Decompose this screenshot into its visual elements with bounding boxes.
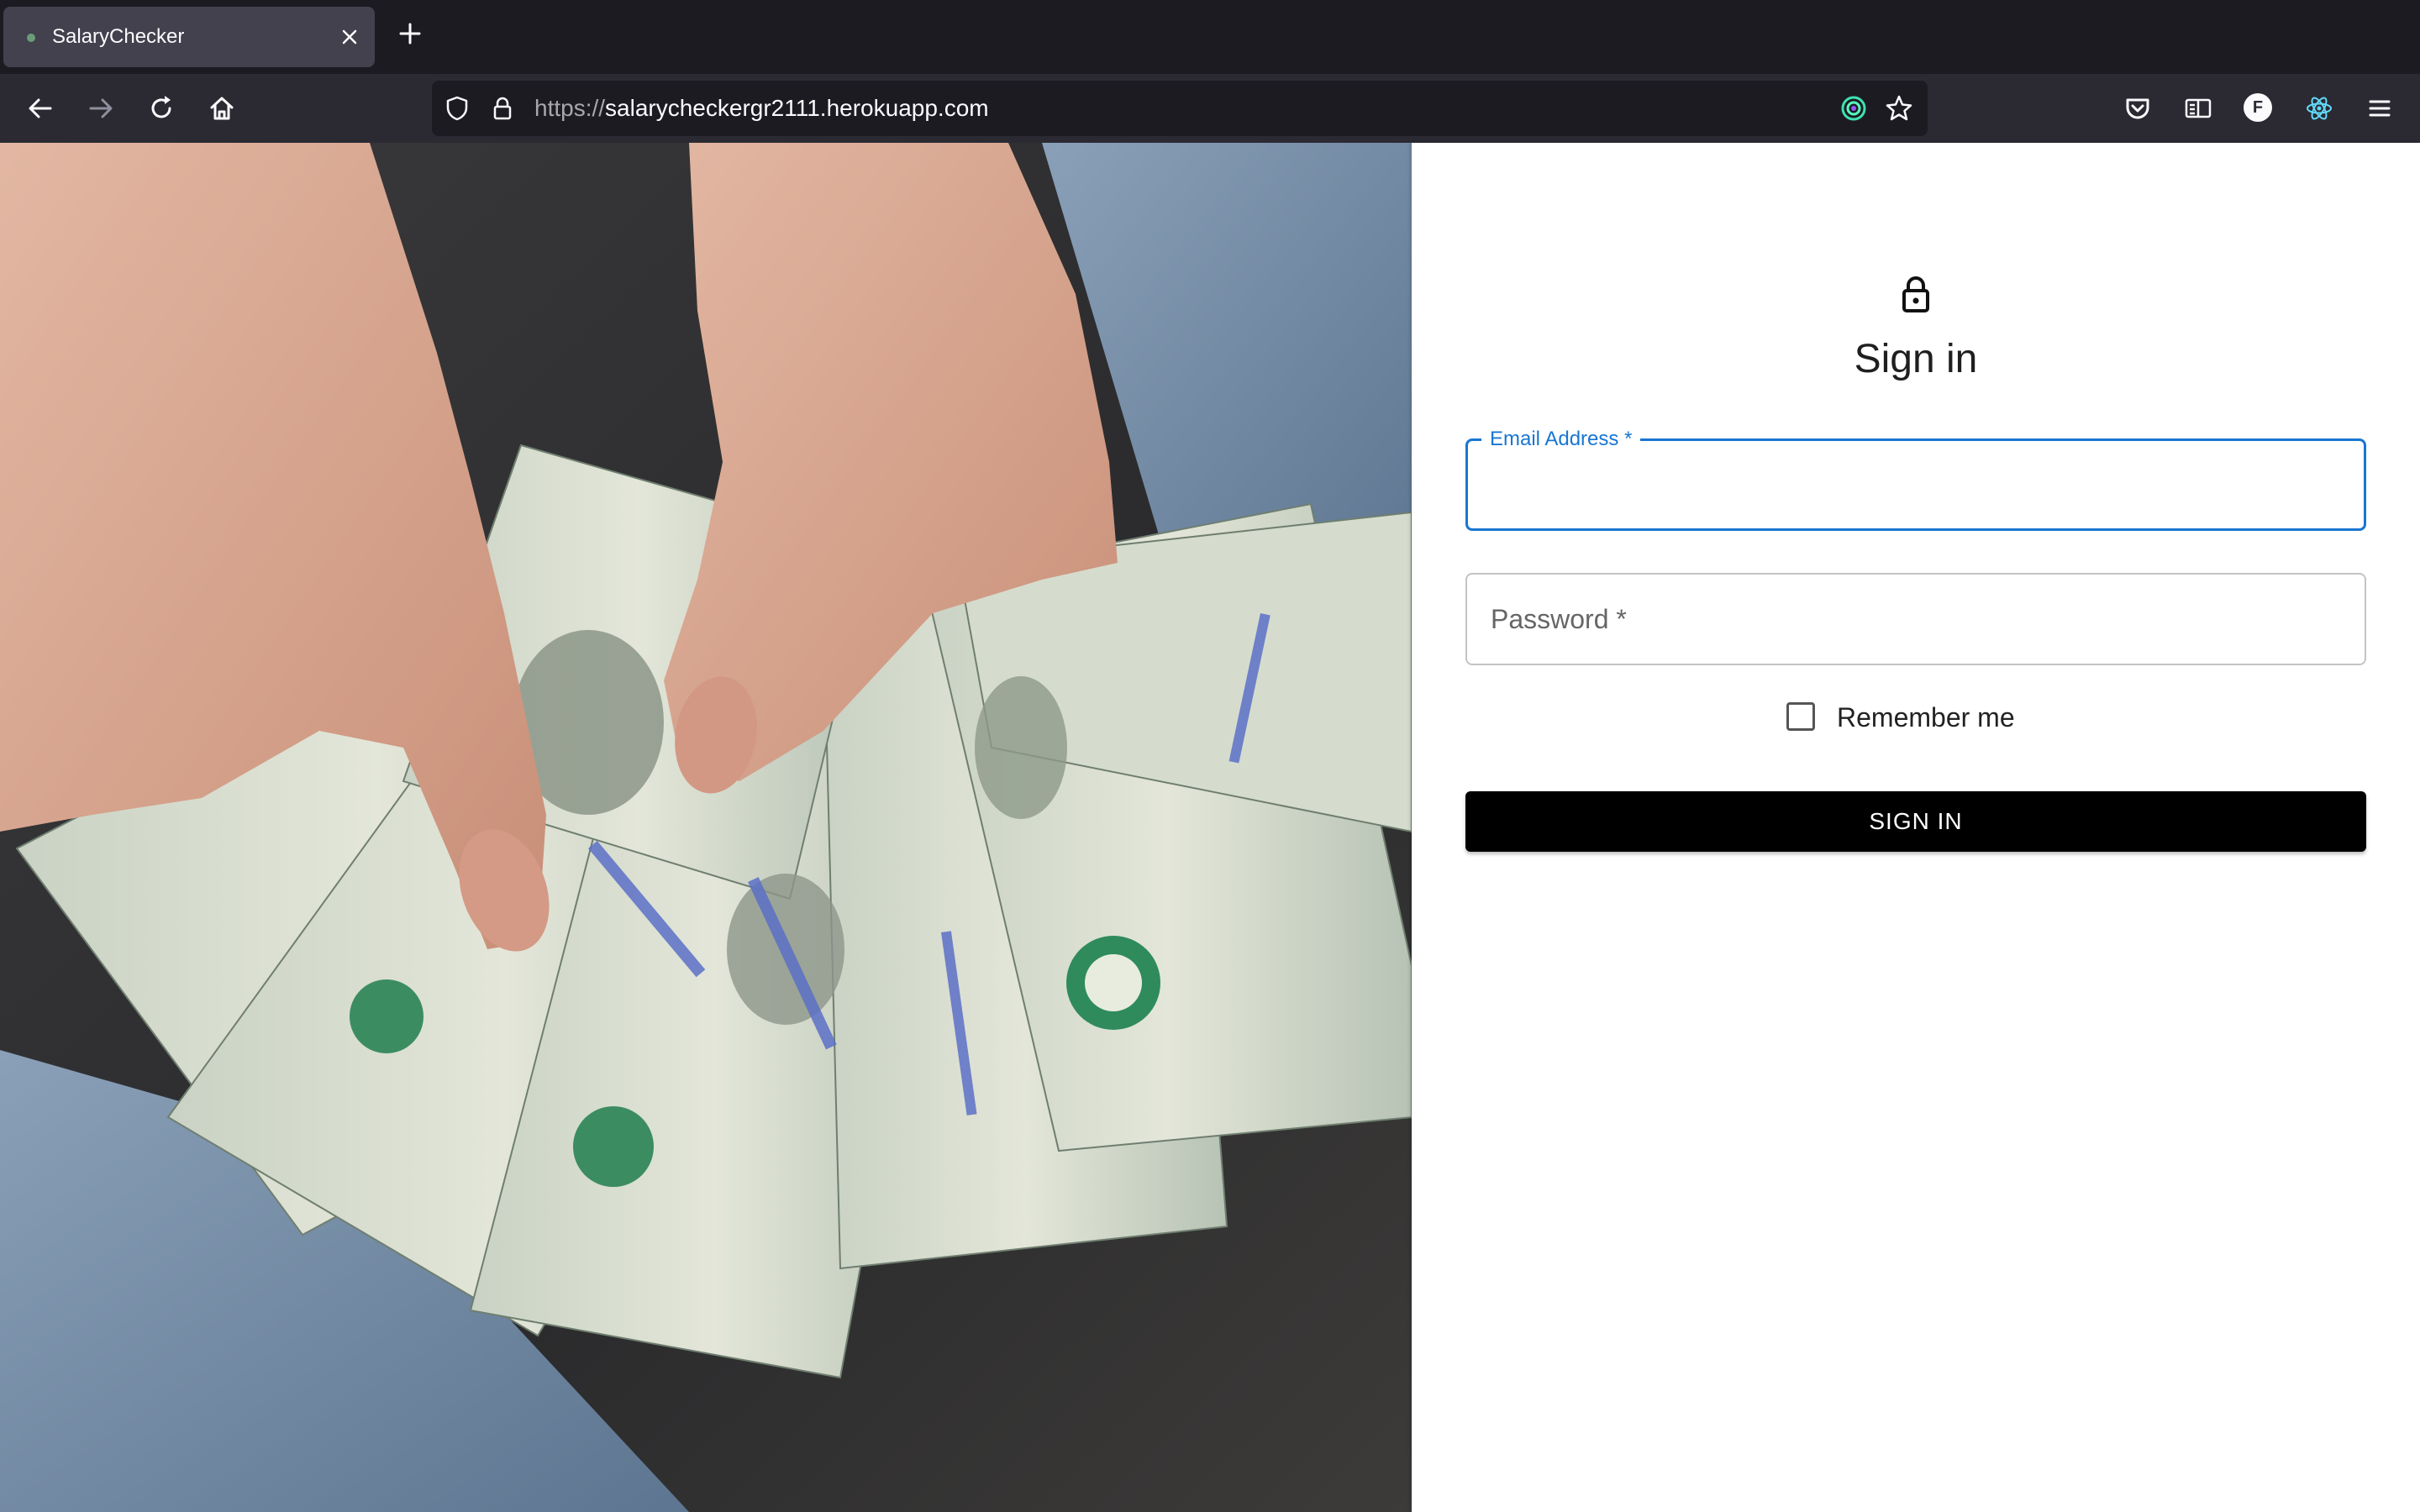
hamburger-menu-icon[interactable]: [2363, 92, 2396, 125]
hero-image: [0, 143, 1412, 1512]
star-icon[interactable]: [1884, 93, 1914, 123]
react-devtools-icon[interactable]: [2302, 92, 2336, 125]
pocket-icon[interactable]: [2121, 92, 2154, 125]
arrow-left-icon[interactable]: [24, 92, 57, 125]
arrow-right-icon[interactable]: [84, 92, 118, 125]
sign-in-button[interactable]: SIGN IN: [1465, 791, 2366, 852]
signin-panel: Sign in Email Address * Password * Remem…: [1412, 143, 2420, 1512]
password-input[interactable]: [1467, 575, 2365, 664]
email-input[interactable]: [1468, 441, 2364, 528]
page-title: Sign in: [1854, 337, 1978, 381]
site-favicon-icon: [27, 34, 35, 42]
green-circle-icon[interactable]: [1839, 93, 1869, 123]
browser-tab-bar: SalaryChecker: [0, 0, 2420, 74]
lock-icon: [1902, 276, 1929, 312]
shield-icon[interactable]: [442, 93, 472, 123]
url-host: salarycheckergr2111.herokuapp.com: [605, 95, 989, 121]
reload-icon[interactable]: [145, 92, 178, 125]
remember-me-row[interactable]: Remember me: [1412, 694, 2420, 744]
remember-me-label[interactable]: Remember me: [1837, 694, 2015, 741]
password-field[interactable]: Password *: [1465, 573, 2366, 665]
tab-title: SalaryChecker: [52, 25, 185, 48]
money-photo: [0, 143, 1412, 1512]
plus-icon[interactable]: [395, 18, 425, 49]
reader-view-icon[interactable]: [2181, 92, 2215, 125]
browser-nav-bar: https://salarycheckergr2111.herokuapp.co…: [0, 74, 2420, 143]
remember-me-checkbox[interactable]: [1786, 702, 1815, 731]
url-bar[interactable]: https://salarycheckergr2111.herokuapp.co…: [432, 81, 1928, 136]
padlock-icon[interactable]: [487, 93, 518, 123]
url-text[interactable]: https://salarycheckergr2111.herokuapp.co…: [534, 81, 989, 136]
home-icon[interactable]: [205, 92, 239, 125]
page-content: Sign in Email Address * Password * Remem…: [0, 143, 2420, 1512]
close-icon[interactable]: [334, 22, 365, 52]
email-field[interactable]: Email Address *: [1465, 424, 2366, 531]
browser-tab-active[interactable]: SalaryChecker: [3, 7, 375, 67]
url-scheme: https://: [534, 95, 606, 121]
account-f-icon[interactable]: F: [2244, 93, 2272, 122]
